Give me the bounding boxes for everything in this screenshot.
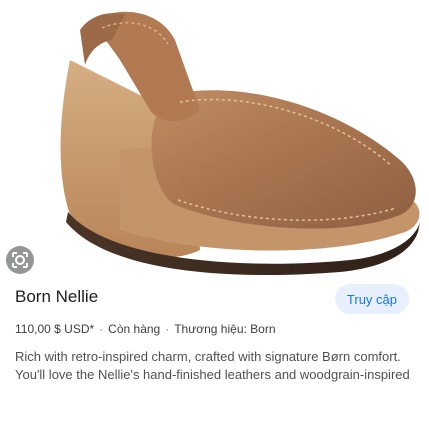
sandal-illustration bbox=[60, 11, 420, 276]
brand-value: Born bbox=[250, 322, 276, 336]
product-title[interactable]: Born Nellie bbox=[15, 287, 98, 307]
product-description: Rich with retro-inspired charm, crafted … bbox=[15, 349, 410, 382]
visit-button[interactable]: Truy cập bbox=[334, 284, 409, 314]
product-image[interactable] bbox=[0, 0, 429, 282]
brand-label: Thương hiệu: bbox=[174, 322, 247, 336]
separator: · bbox=[165, 322, 170, 336]
title-row: Born Nellie Truy cập bbox=[0, 284, 429, 314]
separator: · bbox=[99, 322, 104, 336]
availability: Còn hàng bbox=[108, 322, 161, 336]
price: 110,00 $ USD* bbox=[15, 322, 95, 336]
product-meta: 110,00 $ USD* · Còn hàng · Thương hiệu: Born bbox=[15, 322, 276, 336]
lens-button[interactable] bbox=[6, 246, 34, 274]
google-lens-icon bbox=[12, 252, 28, 268]
